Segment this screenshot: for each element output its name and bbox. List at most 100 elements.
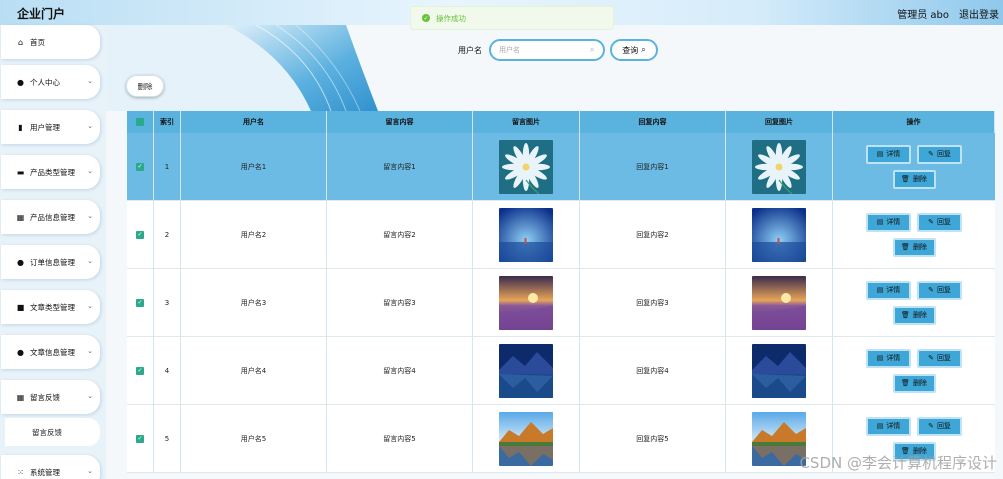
chevron-down-icon: ⌄ (87, 167, 93, 175)
grid-icon: ▦ (16, 212, 25, 222)
row-select-cell[interactable]: ✓ (127, 269, 154, 336)
cell-index: 1 (154, 133, 181, 200)
cell-message-image (473, 133, 580, 200)
row-checkbox[interactable]: ✓ (136, 298, 144, 307)
reply-image[interactable] (752, 343, 806, 398)
sidebar-item-0[interactable]: ⌂ 首页 (1, 25, 100, 59)
person-icon: ● (17, 257, 24, 267)
home-icon: ⌂ (17, 37, 24, 47)
bulk-delete-button[interactable]: 删除 (126, 75, 164, 97)
sidebar-item-5[interactable]: ● 订单信息管理 ⌄ (1, 245, 100, 279)
reply-button[interactable]: ✎ 回复 (917, 280, 962, 300)
header-index: 索引 (154, 111, 181, 133)
reply-button[interactable]: ✎ 回复 (917, 144, 962, 164)
person-icon: ● (17, 347, 24, 357)
delete-button[interactable]: 🗑 删除 (892, 237, 936, 257)
row-checkbox[interactable]: ✓ (136, 230, 144, 239)
message-image[interactable] (499, 275, 553, 330)
sidebar-item-label: 产品信息管理 (30, 212, 75, 222)
chevron-down-icon: ⌄ (87, 77, 93, 85)
reply-image[interactable] (752, 411, 806, 466)
cell-index: 2 (154, 201, 181, 268)
row-checkbox[interactable]: ✓ (136, 162, 144, 171)
decorative-swoosh (106, 25, 378, 111)
row-checkbox[interactable]: ✓ (136, 366, 144, 375)
cell-reply: 回复内容4 (580, 337, 726, 404)
reply-label: 回复 (936, 150, 951, 158)
query-button[interactable]: 查询 ⌕ (610, 39, 658, 61)
detail-button[interactable]: ▤ 详情 (866, 348, 911, 368)
logout-link[interactable]: 退出登录 (959, 6, 999, 21)
sidebar-item-1[interactable]: ● 个人中心 ⌄ (1, 65, 100, 99)
reply-button[interactable]: ✎ 回复 (917, 212, 962, 232)
cell-reply-image (726, 337, 833, 404)
cell-actions: ▤ 详情 ✎ 回复 🗑 删除 (833, 337, 995, 404)
chevron-down-icon: ⌄ (87, 392, 93, 400)
edit-icon: ✎ (928, 150, 934, 158)
sidebar-item-label: 首页 (30, 37, 45, 47)
submenu-item-feedback[interactable]: 留言反馈 (5, 418, 100, 446)
sidebar-item-7[interactable]: ● 文章信息管理 ⌄ (1, 335, 100, 369)
sidebar-item-8[interactable]: ▦ 留言反馈 ⌄ (1, 380, 100, 414)
brand-title: 企业门户 (17, 7, 66, 21)
reply-button[interactable]: ✎ 回复 (917, 348, 962, 368)
document-icon: ▤ (876, 354, 884, 362)
search-icon: ⌕ (641, 45, 646, 54)
sidebar-item-4[interactable]: ▦ 产品信息管理 ⌄ (1, 200, 100, 234)
row-select-cell[interactable]: ✓ (127, 405, 154, 472)
sidebar-item-9[interactable]: ⁙ 系统管理 ⌄ (1, 455, 100, 479)
success-toast: ✓ 操作成功 (410, 6, 614, 30)
select-all-checkbox[interactable] (136, 118, 144, 126)
message-image[interactable] (499, 343, 553, 398)
reply-label: 回复 (936, 218, 951, 226)
reply-image[interactable] (752, 139, 806, 194)
admin-user-label[interactable]: 管理员 abo (897, 6, 949, 21)
detail-label: 详情 (886, 422, 901, 430)
row-select-cell[interactable]: ✓ (127, 337, 154, 404)
table-row[interactable]: ✓ 1 用户名1 留言内容1 回复内容1 ▤ 详情 ✎ 回复 🗑 删除 (127, 133, 995, 201)
search-label: 用户名 (458, 46, 482, 55)
delete-label: 删除 (912, 379, 927, 387)
detail-button[interactable]: ▤ 详情 (866, 212, 911, 232)
cell-index: 5 (154, 405, 181, 472)
row-checkbox[interactable]: ✓ (136, 434, 144, 443)
delete-button[interactable]: 🗑 删除 (892, 373, 936, 393)
select-all-cell[interactable] (127, 111, 154, 133)
row-select-cell[interactable]: ✓ (127, 133, 154, 200)
cell-reply: 回复内容3 (580, 269, 726, 336)
detail-button[interactable]: ▤ 详情 (866, 280, 911, 300)
table-row[interactable]: ✓ 3 用户名3 留言内容3 回复内容3 ▤ 详情 ✎ 回复 🗑 删除 (127, 269, 995, 337)
reply-image[interactable] (752, 207, 806, 262)
sidebar-item-6[interactable]: ■ 文章类型管理 ⌄ (1, 290, 100, 324)
reply-button[interactable]: ✎ 回复 (917, 416, 962, 436)
detail-label: 详情 (886, 286, 901, 294)
cell-reply-image (726, 133, 833, 200)
cell-message: 留言内容3 (327, 269, 473, 336)
detail-button[interactable]: ▤ 详情 (866, 416, 911, 436)
table-row[interactable]: ✓ 2 用户名2 留言内容2 回复内容2 ▤ 详情 ✎ 回复 🗑 删除 (127, 201, 995, 269)
header-reply: 回复内容 (580, 111, 726, 133)
cell-reply-image (726, 269, 833, 336)
main-content: 用户名 ⌕ 查询 ⌕ 删除 索引 用户名 留言内容 留言图片 回复内容 回复图片… (106, 25, 1003, 479)
reply-image[interactable] (752, 275, 806, 330)
chevron-down-icon: ⌄ (87, 467, 93, 475)
sidebar-item-2[interactable]: ▮ 用户管理 ⌄ (1, 110, 100, 144)
header-actions: 操作 (833, 111, 995, 133)
row-select-cell[interactable]: ✓ (127, 201, 154, 268)
detail-button[interactable]: ▤ 详情 (866, 144, 911, 164)
table-row[interactable]: ✓ 4 用户名4 留言内容4 回复内容4 ▤ 详情 ✎ 回复 🗑 删除 (127, 337, 995, 405)
message-image[interactable] (499, 411, 553, 466)
briefcase-icon: ▬ (16, 167, 25, 177)
message-image[interactable] (499, 139, 553, 194)
delete-button[interactable]: 🗑 删除 (892, 305, 936, 325)
cell-message: 留言内容1 (327, 133, 473, 200)
search-icon: ⌕ (590, 45, 595, 54)
cell-index: 3 (154, 269, 181, 336)
trash-icon: 🗑 (901, 175, 910, 183)
sidebar-item-3[interactable]: ▬ 产品类型管理 ⌄ (1, 155, 100, 189)
delete-button[interactable]: 🗑 删除 (892, 169, 936, 189)
reply-label: 回复 (936, 286, 951, 294)
cell-actions: ▤ 详情 ✎ 回复 🗑 删除 (833, 269, 995, 336)
search-input[interactable] (489, 39, 605, 61)
message-image[interactable] (499, 207, 553, 262)
